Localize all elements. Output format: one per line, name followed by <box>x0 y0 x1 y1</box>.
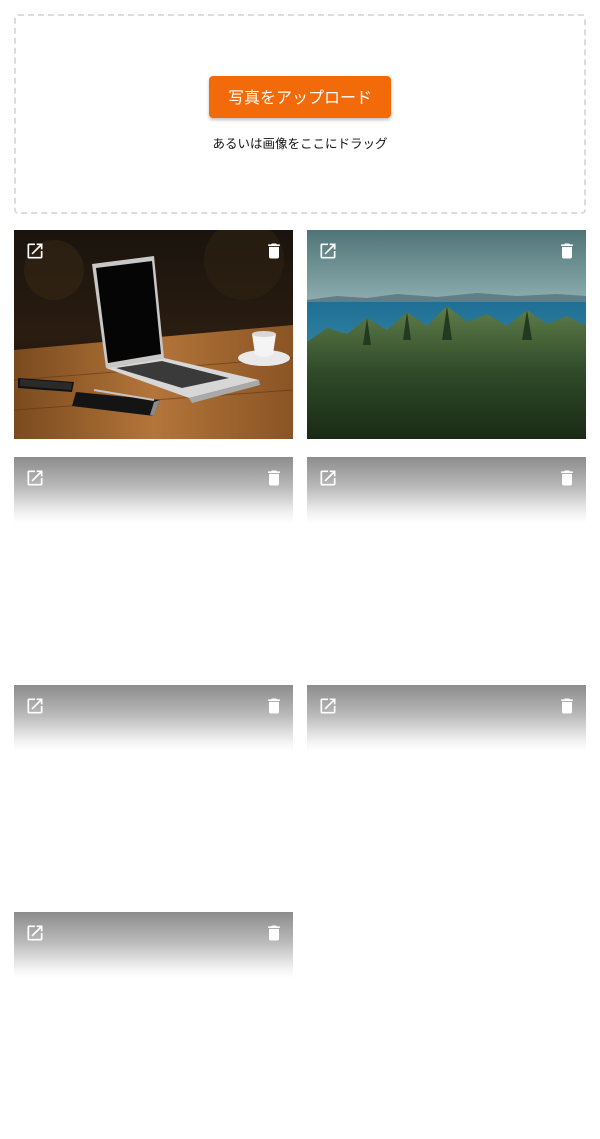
trash-icon[interactable] <box>264 696 284 716</box>
trash-icon[interactable] <box>557 241 577 261</box>
trash-icon[interactable] <box>557 468 577 488</box>
gallery-tile-1[interactable] <box>14 230 293 439</box>
forest-sea-photo <box>307 230 586 439</box>
open-in-new-icon[interactable] <box>25 468 45 488</box>
trash-icon[interactable] <box>264 241 284 261</box>
gallery-tile-2[interactable] <box>307 230 586 439</box>
open-in-new-icon[interactable] <box>318 241 338 261</box>
loading-placeholder <box>14 912 293 978</box>
gallery-tile-5[interactable] <box>14 685 293 894</box>
gallery-tile-6[interactable] <box>307 685 586 894</box>
loading-placeholder <box>14 457 293 523</box>
laptop-photo <box>14 230 293 439</box>
gallery-tile-7[interactable] <box>14 912 293 1121</box>
gallery-tile-3[interactable] <box>14 457 293 666</box>
trash-icon[interactable] <box>264 923 284 943</box>
open-in-new-icon[interactable] <box>25 923 45 943</box>
trash-icon[interactable] <box>557 696 577 716</box>
open-in-new-icon[interactable] <box>318 468 338 488</box>
loading-placeholder <box>14 685 293 751</box>
open-in-new-icon[interactable] <box>25 696 45 716</box>
gallery-tile-4[interactable] <box>307 457 586 666</box>
loading-placeholder <box>307 685 586 751</box>
trash-icon[interactable] <box>264 468 284 488</box>
upload-photo-button[interactable]: 写真をアップロード <box>209 76 391 118</box>
drag-hint-text: あるいは画像をここにドラッグ <box>212 136 388 151</box>
loading-placeholder <box>307 457 586 523</box>
open-in-new-icon[interactable] <box>318 696 338 716</box>
open-in-new-icon[interactable] <box>25 241 45 261</box>
